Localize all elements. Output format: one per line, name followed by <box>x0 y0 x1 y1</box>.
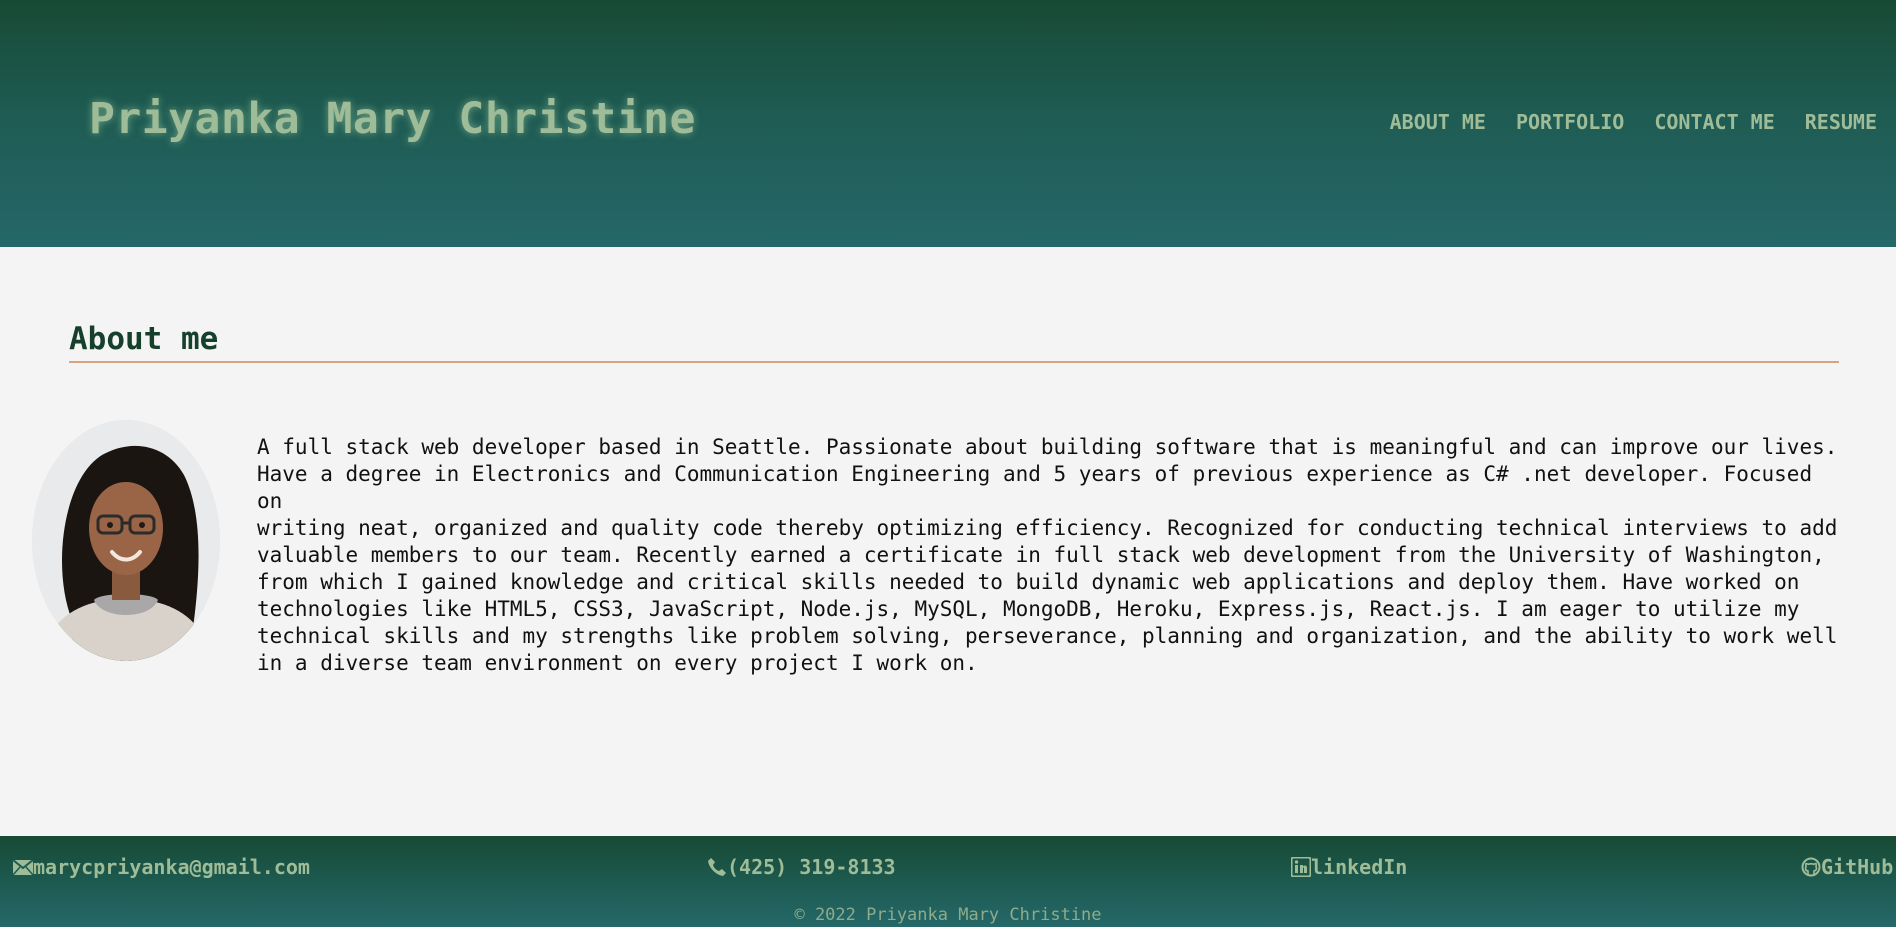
profile-portrait-illustration <box>32 420 220 661</box>
github-icon <box>1801 857 1821 877</box>
nav-contact-me[interactable]: CONTACT ME <box>1654 110 1774 134</box>
profile-photo <box>32 420 220 661</box>
nav-resume[interactable]: RESUME <box>1805 110 1877 134</box>
site-title: Priyanka Mary Christine <box>89 94 696 144</box>
section-title: About me <box>69 321 219 357</box>
about-section: About me A full stack web developer base… <box>0 247 1896 836</box>
github-link[interactable]: GitHub <box>1801 855 1893 879</box>
linkedin-link[interactable]: linkedIn <box>1291 855 1407 879</box>
about-description: A full stack web developer based in Seat… <box>257 435 1838 675</box>
github-label: GitHub <box>1821 855 1894 879</box>
site-footer: marycpriyanka@gmail.com (425) 319-8133 l… <box>0 836 1896 927</box>
phone-link[interactable]: (425) 319-8133 <box>707 855 896 879</box>
copyright-text: © 2022 Priyanka Mary Christine <box>794 905 1102 925</box>
nav-portfolio[interactable]: PORTFOLIO <box>1516 110 1624 134</box>
main-nav: ABOUT ME PORTFOLIO CONTACT ME RESUME <box>1390 110 1877 134</box>
email-label: marycpriyanka@gmail.com <box>33 855 310 879</box>
envelope-icon <box>13 859 33 875</box>
email-link[interactable]: marycpriyanka@gmail.com <box>13 855 310 879</box>
linkedin-label: linkedIn <box>1311 855 1408 879</box>
section-divider <box>69 361 1839 363</box>
linkedin-icon <box>1291 857 1311 877</box>
nav-about-me[interactable]: ABOUT ME <box>1390 110 1486 134</box>
site-header: Priyanka Mary Christine ABOUT ME PORTFOL… <box>0 0 1896 247</box>
phone-label: (425) 319-8133 <box>727 855 896 879</box>
phone-icon <box>707 857 727 877</box>
